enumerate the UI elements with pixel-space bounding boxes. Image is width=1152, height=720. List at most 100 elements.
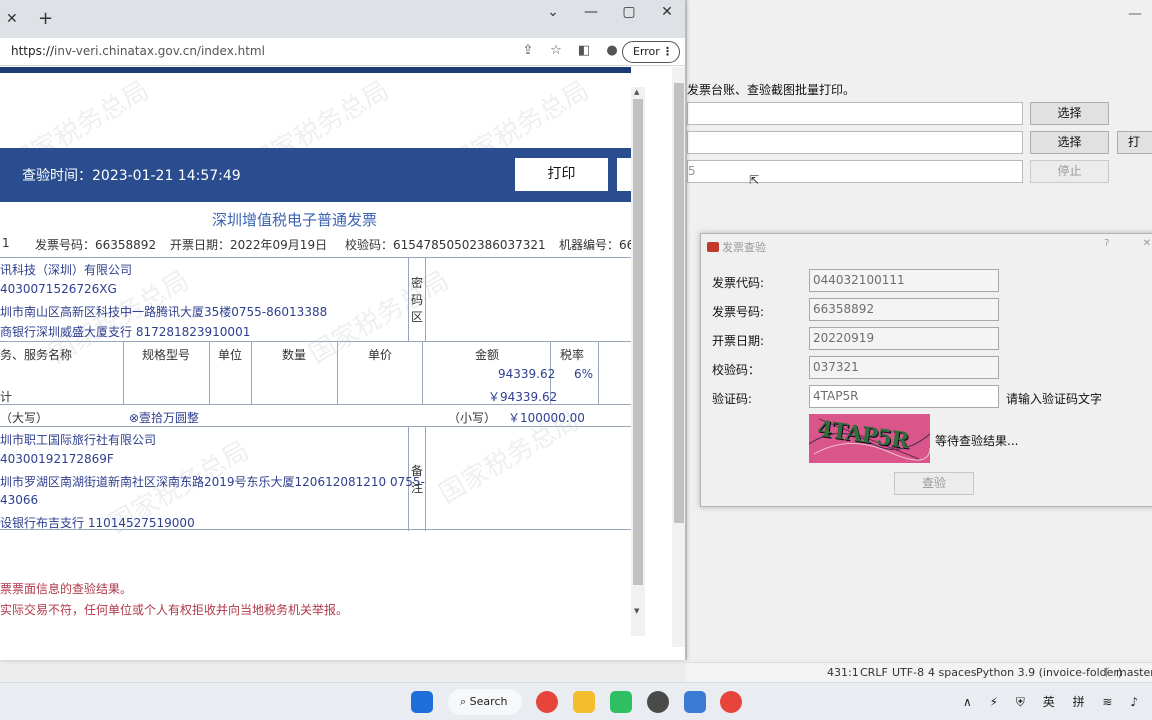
new-tab-button[interactable]: + — [38, 8, 53, 29]
tab-search-icon[interactable]: ⌄ — [534, 4, 572, 20]
buyer-bank: 商银行深圳威盛大厦支行 817281823910001 — [0, 325, 251, 339]
captcha-hint: 请输入验证码文字 — [1006, 392, 1103, 406]
header-qty: 数量 — [282, 348, 307, 362]
bg-row-1: 选择 — [687, 102, 1152, 125]
password-area-char: 密 — [410, 276, 423, 290]
window-controls: ⌄ — ▢ ✕ — [534, 4, 685, 20]
scroll-up-icon[interactable]: ▲ — [634, 88, 639, 96]
address-bar[interactable]: https://inv-veri.chinatax.gov.cn/index.h… — [0, 38, 685, 66]
url-text[interactable]: https://inv-veri.chinatax.gov.cn/index.h… — [11, 44, 265, 58]
verify-banner: 查验时间：2023-01-21 14:57:49 打印 — [0, 148, 631, 202]
bg-print-button[interactable]: 打 — [1117, 131, 1152, 154]
maximize-icon[interactable]: ▢ — [610, 4, 648, 20]
taskbar-search[interactable]: ⌕ Search — [448, 689, 522, 715]
bg-path-input-2[interactable] — [687, 131, 1023, 154]
inner-scroll-thumb[interactable] — [633, 99, 643, 585]
invoice-number: 发票号码：66358892 — [35, 238, 157, 252]
header-item-name: 务、服务名称 — [0, 348, 73, 362]
url-scheme: https:// — [11, 44, 55, 58]
page-vertical-scrollbar[interactable] — [672, 67, 685, 647]
tray-security-icon[interactable]: ⛨ — [1016, 695, 1025, 709]
url-host-path: inv-veri.chinatax.gov.cn/index.html — [54, 44, 265, 58]
indentation[interactable]: 4 spaces — [928, 663, 977, 683]
machine-number: 机器编号：66 — [559, 238, 631, 252]
ime-language[interactable]: 英 — [1043, 695, 1055, 709]
mouse-cursor-icon: ⇱ — [749, 173, 760, 187]
page-top-border — [0, 67, 631, 73]
bg-select-button-2[interactable]: 选择 — [1030, 131, 1109, 154]
table-line — [209, 341, 210, 404]
volume-icon[interactable]: ♪ — [1130, 695, 1138, 709]
editor-status-bar: 431:1 CRLF UTF-8 4 spaces Python 3.9 (in… — [686, 662, 1152, 682]
recorder-icon[interactable] — [647, 691, 669, 713]
menu-dots-icon[interactable]: ⋮ — [662, 42, 673, 62]
remark-area-char: 备 — [410, 464, 423, 478]
python-app-icon[interactable] — [684, 691, 706, 713]
bg-tip-text: 发票台账、查验截图批量打印。 — [687, 83, 856, 97]
table-line — [337, 341, 338, 404]
close-icon[interactable]: ✕ — [1143, 238, 1151, 249]
file-encoding[interactable]: UTF-8 — [892, 663, 924, 683]
file-explorer-icon[interactable] — [573, 691, 595, 713]
tab-close-icon[interactable]: ✕ — [6, 11, 18, 27]
table-line — [422, 341, 423, 404]
pycharm-icon[interactable] — [610, 691, 632, 713]
captcha-image[interactable]: 4TAP5R — [809, 414, 930, 463]
bookmark-star-icon[interactable]: ☆ — [542, 43, 570, 58]
tab-bar: ✕ + ⌄ — ▢ ✕ — [0, 0, 685, 38]
print-button[interactable]: 打印 — [515, 158, 608, 191]
windows-start-icon[interactable] — [411, 691, 433, 713]
table-line — [251, 341, 252, 404]
bg-select-button-1[interactable]: 选择 — [1030, 102, 1109, 125]
minimize-icon[interactable]: — — [572, 4, 610, 20]
python-interpreter[interactable]: Python 3.9 (invoice-folder) — [976, 663, 1122, 683]
help-icon[interactable]: ? — [1104, 238, 1109, 249]
verify-time: 查验时间：2023-01-21 14:57:49 — [22, 168, 241, 184]
wifi-icon[interactable]: ≋ — [1102, 695, 1112, 709]
password-area-char: 码 — [410, 293, 423, 307]
bg-path-input-1[interactable] — [687, 102, 1023, 125]
note-line: 实际交易不符，任何单位或个人有权拒收并向当地税务机关举报。 — [0, 603, 349, 617]
line-ending[interactable]: CRLF — [860, 663, 888, 683]
tray-overflow-icon[interactable]: ∧ — [963, 695, 972, 709]
table-line — [123, 341, 124, 404]
ime-mode[interactable]: 拼 — [1073, 695, 1085, 709]
seller-tax-id: 4030019217286​9F — [0, 452, 114, 466]
bg-minimize-icon[interactable]: — — [1118, 6, 1152, 22]
header-price: 单价 — [368, 348, 393, 362]
verify-submit-button[interactable]: 查验 — [894, 472, 974, 495]
table-line — [408, 258, 409, 341]
side-panel-icon[interactable]: ◧ — [570, 43, 598, 58]
captcha-input[interactable]: 4TAP5R — [809, 385, 999, 408]
chrome-active-icon[interactable] — [720, 691, 742, 713]
table-line — [425, 258, 426, 341]
second-banner-button[interactable] — [617, 158, 631, 191]
invoice-number-field[interactable]: 66358892 — [809, 298, 999, 321]
row-amount: 94339.62 — [498, 367, 556, 381]
inner-vertical-scrollbar[interactable]: ▲ ▼ — [631, 87, 645, 636]
git-branch-icon: ᚴ — [1104, 666, 1111, 679]
note-line: 票票面信息的查验结果。 — [0, 582, 133, 596]
close-window-icon[interactable]: ✕ — [648, 4, 685, 20]
bg-progress-input[interactable]: 5 — [687, 160, 1023, 183]
invoice-date-field[interactable]: 20220919 — [809, 327, 999, 350]
password-area-label: 密 码 区 — [410, 275, 424, 326]
bg-stop-button[interactable]: 停止 — [1030, 160, 1109, 183]
invoice-code-field[interactable]: 044032100111 — [809, 269, 999, 292]
buyer-tax-id: 4030071526726XG — [0, 282, 117, 296]
scroll-down-icon[interactable]: ▼ — [634, 607, 639, 615]
check-code-field[interactable]: 037321 — [809, 356, 999, 379]
total-label: 计 — [0, 390, 13, 404]
cursor-position[interactable]: 431:1 — [827, 663, 859, 683]
tray-power-icon[interactable]: ⚡ — [990, 695, 998, 709]
share-icon[interactable]: ⇪ — [514, 43, 542, 58]
invoice-notes: 票票面信息的查验结果。 实际交易不符，任何单位或个人有权拒收并向当地税务机关举报… — [0, 579, 348, 621]
dialog-title-text: 发票查验 — [722, 241, 766, 254]
git-branch[interactable]: master — [1116, 663, 1152, 683]
chrome-icon[interactable] — [536, 691, 558, 713]
dialog-title: 发票查验 — [707, 239, 766, 255]
error-badge[interactable]: Error ⋮ — [622, 41, 680, 63]
capital-label: （大写） — [0, 411, 49, 425]
buyer-name: 讯科技（深圳）有限公司 — [0, 263, 133, 277]
page-scroll-thumb[interactable] — [674, 83, 684, 523]
